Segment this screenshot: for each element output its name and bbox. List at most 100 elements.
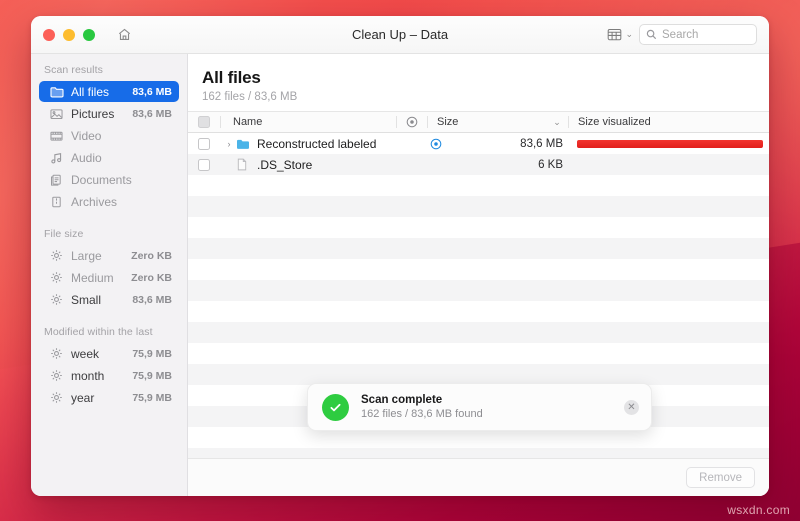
desktop-background: Clean Up – Data ⌄ Search Scan results Al… bbox=[0, 0, 800, 521]
film-icon bbox=[49, 128, 64, 143]
table-row-empty bbox=[188, 448, 769, 458]
sidebar-item-audio[interactable]: Audio bbox=[39, 147, 179, 168]
sidebar-item-video[interactable]: Video bbox=[39, 125, 179, 146]
document-icon bbox=[49, 172, 64, 187]
row-size: 6 KB bbox=[538, 158, 563, 171]
sidebar-item-large[interactable]: Large Zero KB bbox=[39, 245, 179, 266]
gear-icon bbox=[49, 368, 64, 383]
row-checkbox[interactable] bbox=[188, 133, 220, 154]
sidebar-item-label: Pictures bbox=[71, 106, 115, 121]
table-row-empty bbox=[188, 175, 769, 196]
sidebar-item-value: 83,6 MB bbox=[132, 107, 172, 120]
table-row-empty bbox=[188, 301, 769, 322]
gear-icon bbox=[49, 292, 64, 307]
row-size: 83,6 MB bbox=[520, 137, 563, 150]
sidebar-item-label: Video bbox=[71, 128, 102, 143]
row-name-cell: .DS_Store bbox=[220, 154, 421, 175]
sidebar-item-label: Archives bbox=[71, 194, 118, 209]
sidebar-item-archives[interactable]: Archives bbox=[39, 191, 179, 212]
disclosure-triangle-icon[interactable]: › bbox=[222, 139, 236, 149]
app-window: Clean Up – Data ⌄ Search Scan results Al… bbox=[31, 16, 769, 496]
table-row-empty bbox=[188, 280, 769, 301]
folder-icon bbox=[236, 138, 252, 150]
minimize-window-button[interactable] bbox=[63, 28, 75, 41]
sidebar-item-small[interactable]: Small 83,6 MB bbox=[39, 289, 179, 310]
search-icon bbox=[646, 29, 657, 40]
table-row-empty bbox=[188, 322, 769, 343]
sidebar-group-scan-results: Scan results All files 83,6 MB Pictures … bbox=[31, 64, 187, 212]
home-button[interactable] bbox=[113, 24, 135, 46]
table-row[interactable]: .DS_Store 6 KB bbox=[188, 154, 769, 175]
checkbox-icon bbox=[198, 116, 210, 128]
checkbox-icon bbox=[198, 137, 210, 150]
sidebar-item-label: All files bbox=[71, 84, 110, 99]
view-options-button[interactable]: ⌄ bbox=[607, 28, 633, 41]
table-row-empty bbox=[188, 238, 769, 259]
search-placeholder: Search bbox=[662, 28, 699, 41]
row-size-bar bbox=[569, 139, 769, 148]
file-icon bbox=[236, 158, 252, 171]
row-checkbox[interactable] bbox=[188, 154, 220, 175]
content-footer: Remove bbox=[188, 458, 769, 496]
row-target-toggle[interactable] bbox=[421, 154, 451, 175]
scan-complete-toast: Scan complete 162 files / 83,6 MB found … bbox=[307, 383, 652, 431]
table-header: Name Size ⌄ Size visualized bbox=[188, 111, 769, 133]
row-file-name: .DS_Store bbox=[257, 157, 313, 172]
sidebar-item-value: 83,6 MB bbox=[132, 85, 172, 98]
sort-chevron-icon[interactable]: ⌄ bbox=[546, 112, 568, 132]
sidebar-item-label: year bbox=[71, 390, 95, 405]
sidebar-item-label: week bbox=[71, 346, 100, 361]
window-titlebar: Clean Up – Data ⌄ Search bbox=[31, 16, 769, 54]
content-header: All files 162 files / 83,6 MB bbox=[188, 54, 769, 111]
sidebar-item-week[interactable]: week 75,9 MB bbox=[39, 343, 179, 364]
gear-icon bbox=[49, 346, 64, 361]
folder-icon bbox=[49, 84, 64, 99]
close-icon[interactable]: ✕ bbox=[624, 399, 639, 415]
column-header-size-visualized[interactable]: Size visualized bbox=[569, 112, 769, 132]
select-all-checkbox[interactable] bbox=[188, 112, 220, 132]
sidebar-item-value: 75,9 MB bbox=[132, 391, 172, 404]
sidebar-item-value: Zero KB bbox=[131, 271, 172, 284]
sidebar-group-modified: Modified within the last week 75,9 MB mo… bbox=[31, 326, 187, 408]
target-icon bbox=[430, 138, 442, 150]
close-window-button[interactable] bbox=[43, 28, 55, 41]
sidebar-item-medium[interactable]: Medium Zero KB bbox=[39, 267, 179, 288]
column-header-name[interactable]: Name bbox=[221, 112, 396, 132]
gear-icon bbox=[49, 390, 64, 405]
sidebar-item-documents[interactable]: Documents bbox=[39, 169, 179, 190]
sidebar-item-month[interactable]: month 75,9 MB bbox=[39, 365, 179, 386]
column-header-size[interactable]: Size bbox=[428, 112, 546, 132]
sidebar-item-all-files[interactable]: All files 83,6 MB bbox=[39, 81, 179, 102]
table-row-empty bbox=[188, 217, 769, 238]
table-row-empty bbox=[188, 364, 769, 385]
traffic-light-group bbox=[43, 28, 95, 41]
sidebar-item-year[interactable]: year 75,9 MB bbox=[39, 387, 179, 408]
sidebar-item-label: month bbox=[71, 368, 105, 383]
archive-icon bbox=[49, 194, 64, 209]
size-bar-fill bbox=[577, 139, 763, 148]
sidebar-group-file-size: File size Large Zero KB Medium Zero KB S… bbox=[31, 228, 187, 310]
search-input[interactable]: Search bbox=[639, 24, 757, 45]
picture-icon bbox=[49, 106, 64, 121]
table-row[interactable]: › Reconstructed labeled 83,6 MB bbox=[188, 133, 769, 154]
column-header-target[interactable] bbox=[397, 112, 427, 132]
window-body: Scan results All files 83,6 MB Pictures … bbox=[31, 54, 769, 496]
chevron-down-icon: ⌄ bbox=[625, 29, 633, 39]
sidebar-item-value: Zero KB bbox=[131, 249, 172, 262]
watermark: wsxdn.com bbox=[727, 503, 790, 517]
sidebar-item-pictures[interactable]: Pictures 83,6 MB bbox=[39, 103, 179, 124]
check-circle-icon bbox=[322, 393, 349, 421]
sidebar-group-title: Modified within the last bbox=[44, 326, 153, 338]
row-target-toggle[interactable] bbox=[421, 133, 451, 154]
titlebar-right-controls: ⌄ Search bbox=[607, 24, 757, 45]
remove-button[interactable]: Remove bbox=[686, 467, 755, 488]
row-file-name: Reconstructed labeled bbox=[257, 136, 377, 151]
toast-text: Scan complete 162 files / 83,6 MB found bbox=[361, 394, 624, 420]
zoom-window-button[interactable] bbox=[83, 28, 95, 41]
checkbox-icon bbox=[198, 158, 210, 171]
page-subtitle: 162 files / 83,6 MB bbox=[202, 91, 298, 103]
target-icon bbox=[406, 116, 418, 128]
sidebar-item-value: 83,6 MB bbox=[132, 293, 172, 306]
music-icon bbox=[49, 150, 64, 165]
sidebar-item-value: 75,9 MB bbox=[132, 347, 172, 360]
